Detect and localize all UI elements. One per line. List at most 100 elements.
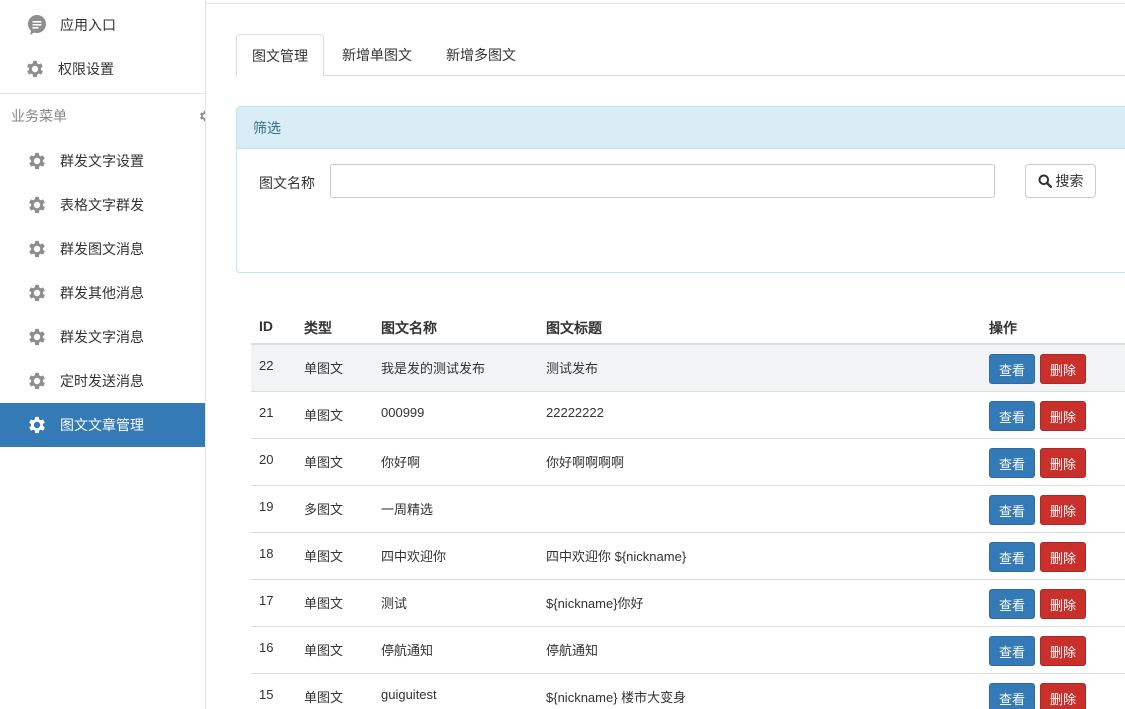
cell-type: 单图文	[304, 549, 344, 564]
cell-name: 一周精选	[381, 502, 434, 517]
sidebar-item-permissions[interactable]: 权限设置	[0, 47, 205, 91]
view-button[interactable]: 查看	[989, 495, 1035, 525]
delete-button[interactable]: 删除	[1040, 495, 1086, 525]
delete-button[interactable]: 删除	[1040, 354, 1086, 384]
table-row: 18 单图文 四中欢迎你 四中欢迎你 ${nickname} 查看 删除	[251, 533, 1125, 580]
sidebar-item-6[interactable]: 定时发送消息	[0, 359, 205, 403]
table-row: 15 单图文 guiguitest ${nickname} 楼市大变身 查看 删除	[251, 674, 1125, 709]
cell-name: guiguitest	[381, 687, 437, 702]
sidebar-item-label: 应用入口	[60, 17, 116, 33]
sidebar-item-label: 群发图文消息	[60, 241, 144, 257]
cell-type: 单图文	[304, 643, 344, 658]
table-row: 19 多图文 一周精选 查看 删除	[251, 486, 1125, 533]
delete-button[interactable]: 删除	[1040, 448, 1086, 478]
gear-icon	[26, 282, 48, 304]
table-header: ID 类型 图文名称 图文标题 操作	[251, 308, 1125, 345]
sidebar-item-label: 群发文字设置	[60, 153, 144, 169]
top-divider	[206, 3, 1125, 4]
cell-title: 22222222	[546, 405, 604, 420]
chat-bubble-icon	[26, 14, 48, 36]
news-name-input[interactable]	[330, 164, 995, 198]
column-header-name: 图文名称	[381, 320, 437, 336]
cell-name: 测试	[381, 596, 408, 611]
sidebar-item-label: 图文文章管理	[60, 417, 144, 433]
sidebar-item-3[interactable]: 群发图文消息	[0, 227, 205, 271]
table-body: 22 单图文 我是发的测试发布 测试发布 查看 删除 21 单图文 000999 22222222…	[251, 345, 1125, 709]
view-button[interactable]: 查看	[989, 589, 1035, 619]
cell-id: 22	[259, 358, 274, 373]
sidebar-item-label: 表格文字群发	[60, 197, 144, 213]
column-header-title: 图文标题	[546, 320, 602, 336]
delete-button[interactable]: 删除	[1040, 401, 1086, 431]
delete-button[interactable]: 删除	[1040, 636, 1086, 666]
news-table: ID 类型 图文名称 图文标题 操作 22 单图文 我是发的测试发布 测试发布 查看 删除…	[251, 308, 1125, 709]
gear-icon	[26, 370, 48, 392]
news-name-label: 图文名称	[259, 175, 315, 191]
sidebar-item-label: 定时发送消息	[60, 373, 144, 389]
cell-id: 21	[259, 405, 274, 420]
delete-button[interactable]: 删除	[1040, 542, 1086, 572]
gear-icon[interactable]	[195, 109, 205, 123]
search-button[interactable]: 搜索	[1025, 164, 1096, 198]
sidebar-item-app-entry[interactable]: 应用入口	[0, 3, 205, 47]
table-row: 16 单图文 停航通知 停航通知 查看 删除	[251, 627, 1125, 674]
cell-name: 我是发的测试发布	[381, 361, 486, 376]
filter-panel: 筛选 图文名称 搜索	[236, 106, 1125, 273]
cell-title: ${nickname} 楼市大变身	[546, 690, 687, 705]
tab-label: 新增多图文	[446, 47, 516, 63]
tab-bar: 图文管理 新增单图文 新增多图文	[236, 34, 1125, 77]
view-button[interactable]: 查看	[989, 683, 1035, 709]
cell-id: 17	[259, 593, 274, 608]
gear-icon	[26, 194, 48, 216]
column-header-actions: 操作	[989, 320, 1017, 336]
cell-type: 多图文	[304, 502, 344, 517]
tab-label: 图文管理	[252, 47, 308, 64]
gear-icon	[26, 414, 48, 436]
gear-icon	[26, 326, 48, 348]
sidebar-item-label: 群发文字消息	[60, 329, 144, 345]
column-header-id: ID	[259, 318, 273, 334]
gear-icon	[26, 150, 48, 172]
cell-type: 单图文	[304, 408, 344, 423]
table-row: 22 单图文 我是发的测试发布 测试发布 查看 删除	[251, 345, 1125, 392]
sidebar-item-4[interactable]: 群发其他消息	[0, 271, 205, 315]
table-row: 20 单图文 你好啊 你好啊啊啊啊 查看 删除	[251, 439, 1125, 486]
tab-news-management[interactable]: 图文管理	[236, 34, 324, 77]
cell-name: 000999	[381, 405, 425, 420]
cell-name: 停航通知	[381, 643, 434, 658]
sidebar-section-business-menu[interactable]: 业务菜单	[0, 93, 205, 137]
gear-icon	[24, 58, 46, 80]
table-row: 17 单图文 测试 ${nickname}你好 查看 删除	[251, 580, 1125, 627]
view-button[interactable]: 查看	[989, 354, 1035, 384]
cell-title: 测试发布	[546, 361, 599, 376]
sidebar-section-title: 业务菜单	[11, 107, 67, 124]
view-button[interactable]: 查看	[989, 401, 1035, 431]
cell-type: 单图文	[304, 690, 344, 705]
cell-type: 单图文	[304, 455, 344, 470]
cell-id: 19	[259, 499, 274, 514]
cell-type: 单图文	[304, 596, 344, 611]
sidebar-item-2[interactable]: 表格文字群发	[0, 183, 205, 227]
sidebar-item-5[interactable]: 群发文字消息	[0, 315, 205, 359]
filter-panel-title: 筛选	[237, 107, 1125, 149]
delete-button[interactable]: 删除	[1040, 589, 1086, 619]
tab-add-single-news[interactable]: 新增单图文	[332, 34, 422, 76]
sidebar-item-label: 群发其他消息	[60, 285, 144, 301]
view-button[interactable]: 查看	[989, 448, 1035, 478]
cell-title: 四中欢迎你 ${nickname}	[546, 549, 687, 564]
search-button-label: 搜索	[1055, 173, 1084, 189]
sidebar: 应用入口 权限设置 业务菜单 群发文字设置 表格文字群发 群发图文消息 群发其他消息群…	[0, 0, 206, 709]
sidebar-item-1[interactable]: 群发文字设置	[0, 139, 205, 183]
cell-id: 15	[259, 687, 274, 702]
gear-icon	[26, 238, 48, 260]
sidebar-item-label: 权限设置	[58, 61, 114, 77]
cell-name: 你好啊	[381, 455, 421, 470]
tab-add-multi-news[interactable]: 新增多图文	[436, 34, 526, 76]
view-button[interactable]: 查看	[989, 542, 1035, 572]
delete-button[interactable]: 删除	[1040, 683, 1086, 709]
sidebar-item-7[interactable]: 图文文章管理	[0, 403, 205, 447]
column-header-type: 类型	[304, 320, 332, 336]
view-button[interactable]: 查看	[989, 636, 1035, 666]
table-row: 21 单图文 000999 22222222 查看 删除	[251, 392, 1125, 439]
cell-title: ${nickname}你好	[546, 596, 644, 611]
